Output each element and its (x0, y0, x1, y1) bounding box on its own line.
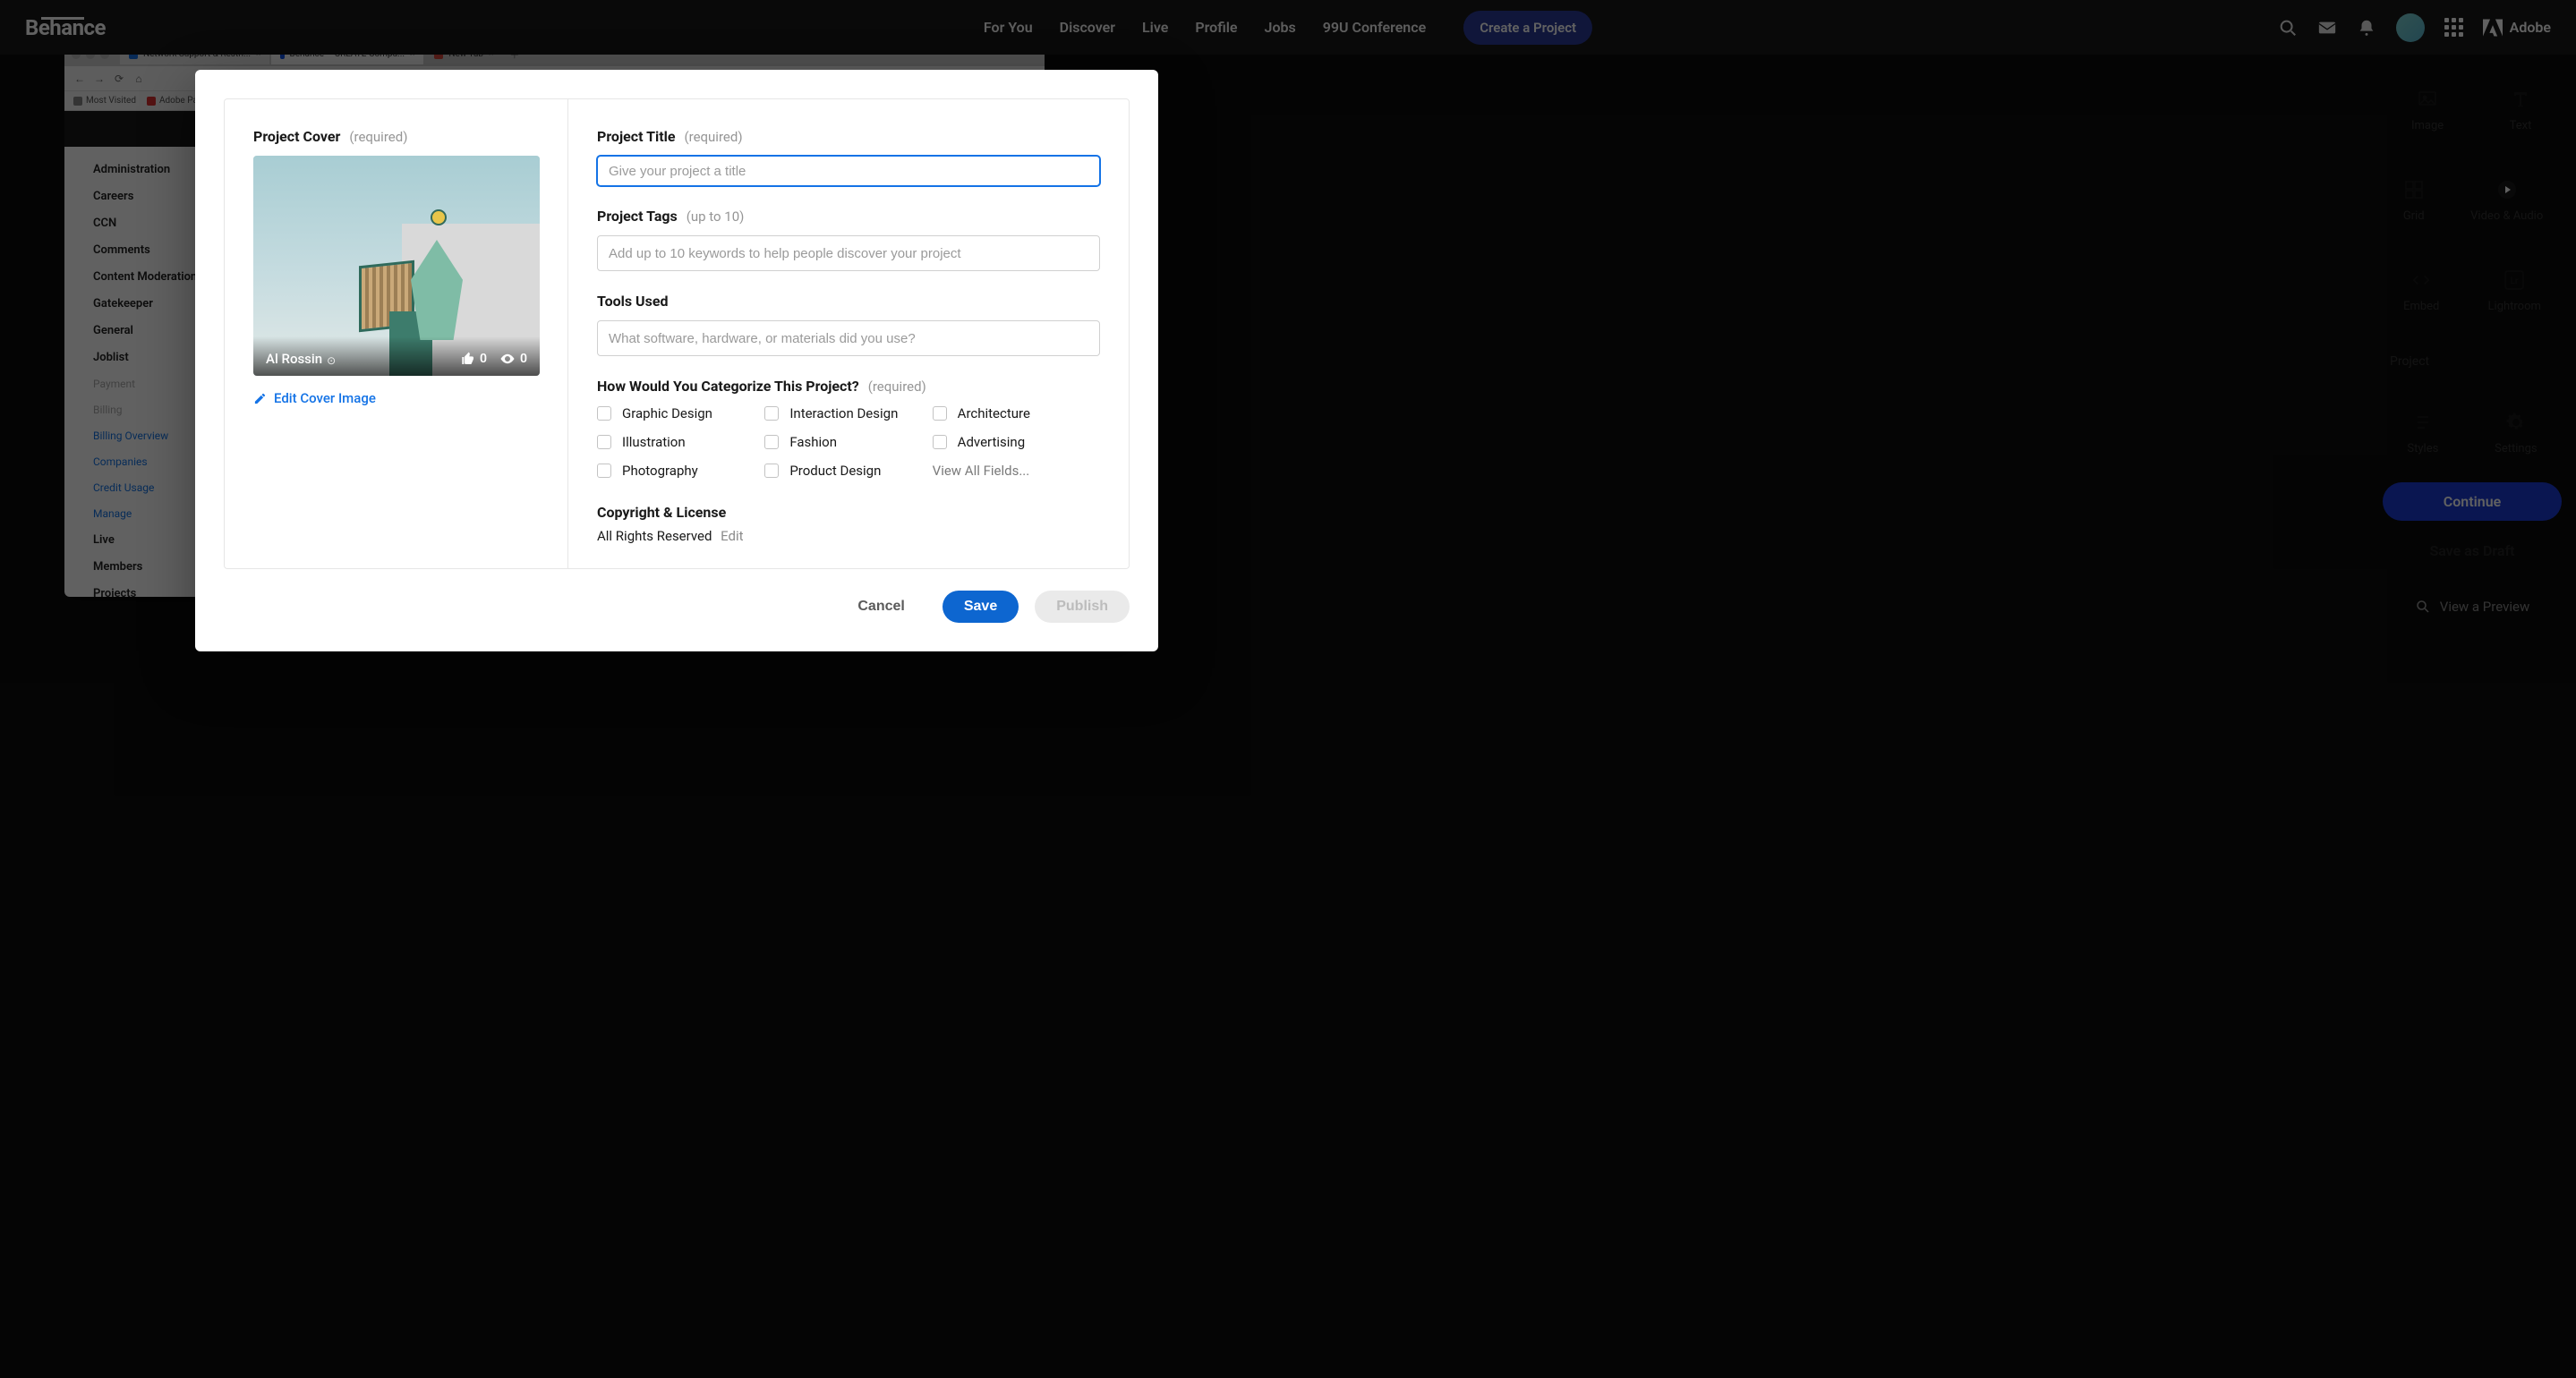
project-tags-label: Project Tags (597, 208, 678, 225)
save-button[interactable]: Save (943, 591, 1019, 623)
project-cover-label: Project Cover (253, 128, 340, 145)
views-count: 0 (499, 351, 527, 367)
category-checkbox[interactable]: Interaction Design (764, 405, 932, 421)
edit-cover-link[interactable]: Edit Cover Image (253, 390, 539, 406)
eye-icon (499, 351, 516, 367)
category-checkbox[interactable]: Illustration (597, 434, 764, 450)
tools-used-label: Tools Used (597, 293, 668, 310)
copyright-label: Copyright & License (597, 504, 1100, 521)
cover-image-preview[interactable]: Al Rossin ⊙ 0 0 (253, 156, 540, 376)
view-all-fields-link[interactable]: View All Fields... (933, 463, 1100, 479)
cancel-button[interactable]: Cancel (836, 591, 925, 623)
category-checkbox[interactable]: Advertising (933, 434, 1100, 450)
category-checkbox[interactable]: Graphic Design (597, 405, 764, 421)
project-title-input[interactable] (597, 156, 1100, 186)
likes-count: 0 (461, 352, 487, 366)
license-edit-link[interactable]: Edit (721, 528, 743, 544)
required-hint: (required) (684, 129, 742, 145)
project-title-label: Project Title (597, 128, 676, 145)
project-settings-modal: Project Cover (required) Al Rossin ⊙ (195, 70, 1158, 651)
tools-used-input[interactable] (597, 320, 1100, 356)
cover-author: Al Rossin (266, 351, 322, 367)
content-label: Content (597, 566, 1100, 568)
license-value: All Rights Reserved (597, 528, 712, 544)
category-checkbox[interactable]: Product Design (764, 463, 932, 479)
verified-icon: ⊙ (327, 354, 336, 367)
category-checkbox[interactable]: Photography (597, 463, 764, 479)
publish-button[interactable]: Publish (1035, 591, 1130, 623)
thumbs-up-icon (461, 352, 475, 366)
category-checkbox[interactable]: Fashion (764, 434, 932, 450)
required-hint: (required) (349, 129, 407, 145)
project-tags-input[interactable] (597, 235, 1100, 271)
pencil-icon (253, 392, 267, 405)
categorize-label: How Would You Categorize This Project? (597, 378, 859, 395)
category-checkbox[interactable]: Architecture (933, 405, 1100, 421)
required-hint: (required) (868, 379, 926, 395)
tags-hint: (up to 10) (687, 208, 745, 225)
